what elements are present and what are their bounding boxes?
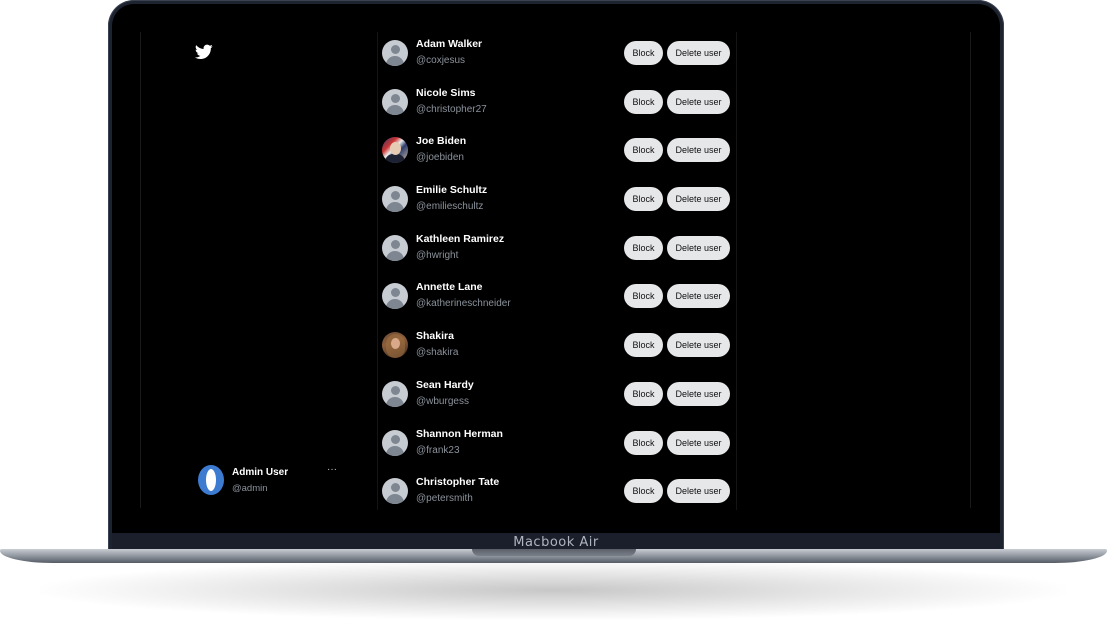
- user-row: Adam Walker @coxjesus Block Delete user: [378, 32, 736, 81]
- user-avatar[interactable]: [382, 88, 408, 115]
- user-name[interactable]: Shannon Herman: [416, 428, 503, 440]
- user-name[interactable]: Emilie Schultz: [416, 184, 487, 196]
- user-avatar[interactable]: [382, 186, 408, 213]
- twitter-bird-icon[interactable]: [195, 44, 213, 60]
- user-avatar[interactable]: [382, 137, 408, 164]
- user-handle: @coxjesus: [416, 55, 466, 66]
- user-row: Christopher Tate @petersmith Block Delete u…: [378, 470, 736, 519]
- delete-user-button[interactable]: Delete user: [667, 138, 730, 163]
- user-row: Shakira @shakira Block Delete user: [378, 324, 736, 373]
- admin-avatar: [198, 465, 224, 495]
- user-avatar[interactable]: [382, 234, 408, 261]
- delete-user-button[interactable]: Delete user: [667, 89, 730, 114]
- user-row: Kathleen Ramirez @hwright Block Delete user: [378, 227, 736, 276]
- user-name[interactable]: Christopher Tate: [416, 476, 499, 488]
- user-handle: @katherineschneider: [416, 298, 511, 310]
- delete-user-button[interactable]: Delete user: [667, 235, 730, 260]
- user-name[interactable]: Joe Biden: [416, 135, 466, 147]
- block-button[interactable]: Block: [624, 138, 663, 163]
- delete-user-button[interactable]: Delete user: [667, 284, 730, 309]
- block-button[interactable]: Block: [624, 41, 663, 65]
- user-row: Shannon Herman @frank23 Block Delete user: [378, 422, 736, 471]
- laptop-notch: [472, 549, 636, 556]
- user-row: Emilie Schultz @emilieschultz Block Delete …: [378, 178, 736, 227]
- user-handle: @joebiden: [416, 152, 464, 164]
- user-handle: @shakira: [416, 347, 459, 359]
- user-handle: @wburgess: [416, 395, 469, 407]
- user-avatar[interactable]: [382, 283, 408, 310]
- account-switcher[interactable]: Admin User @admin ···: [198, 464, 343, 498]
- user-handle: @christopher27: [416, 103, 487, 115]
- block-button[interactable]: Block: [624, 235, 663, 260]
- block-button[interactable]: Block: [624, 381, 663, 406]
- block-button[interactable]: Block: [624, 430, 663, 455]
- user-name[interactable]: Nicole Sims: [416, 87, 476, 99]
- user-row: Joe Biden @joebiden Block Delete user: [378, 129, 736, 178]
- app-frame-left: [140, 32, 141, 508]
- user-row: Nicole Sims @christopher27 Block Delete use…: [378, 81, 736, 130]
- more-icon[interactable]: ···: [327, 464, 337, 475]
- user-row: Sean Hardy @wburgess Block Delete user: [378, 373, 736, 422]
- user-handle: @petersmith: [416, 493, 473, 505]
- block-button[interactable]: Block: [624, 333, 663, 358]
- app-frame-right: [970, 32, 971, 508]
- user-avatar[interactable]: [382, 332, 408, 359]
- laptop-screen: Adam Walker @coxjesus Block Delete user Nico…: [112, 4, 1000, 533]
- user-avatar[interactable]: [382, 380, 408, 407]
- user-name[interactable]: Adam Walker: [416, 38, 482, 50]
- block-button[interactable]: Block: [624, 89, 663, 114]
- block-button[interactable]: Block: [624, 284, 663, 309]
- device-label: Macbook Air: [513, 534, 599, 550]
- user-handle: @frank23: [416, 444, 460, 456]
- user-name[interactable]: Shakira: [416, 330, 454, 342]
- user-avatar[interactable]: [382, 429, 408, 456]
- account-handle: @admin: [232, 483, 268, 494]
- laptop-shadow: [40, 560, 1067, 620]
- user-avatar[interactable]: [382, 40, 408, 66]
- user-name[interactable]: Annette Lane: [416, 281, 483, 293]
- delete-user-button[interactable]: Delete user: [667, 333, 730, 358]
- user-row: Annette Lane @katherineschneider Block Dele…: [378, 275, 736, 324]
- account-name: Admin User: [232, 467, 289, 478]
- delete-user-button[interactable]: Delete user: [667, 187, 730, 212]
- user-name[interactable]: Kathleen Ramirez: [416, 233, 504, 245]
- block-button[interactable]: Block: [624, 479, 663, 504]
- delete-user-button[interactable]: Delete user: [667, 430, 730, 455]
- delete-user-button[interactable]: Delete user: [667, 41, 730, 65]
- user-list: Adam Walker @coxjesus Block Delete user Nico…: [377, 32, 737, 510]
- user-name[interactable]: Sean Hardy: [416, 379, 474, 391]
- delete-user-button[interactable]: Delete user: [667, 479, 730, 504]
- user-avatar[interactable]: [382, 478, 408, 505]
- block-button[interactable]: Block: [624, 187, 663, 212]
- user-handle: @hwright: [416, 249, 459, 261]
- delete-user-button[interactable]: Delete user: [667, 381, 730, 406]
- user-handle: @emilieschultz: [416, 201, 484, 213]
